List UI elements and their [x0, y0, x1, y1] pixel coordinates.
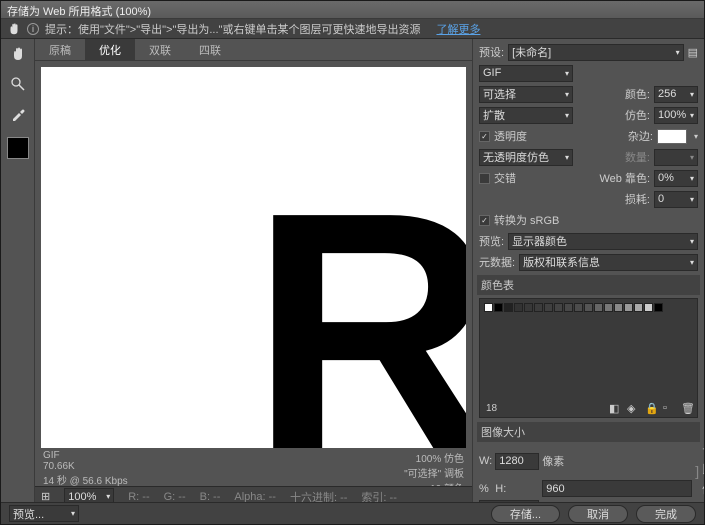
- format-label: GIF: [43, 450, 128, 461]
- color-swatch[interactable]: [654, 303, 663, 312]
- interlaced-label: 交错: [494, 170, 516, 186]
- preview-profile-select[interactable]: 显示器颜色▾: [508, 233, 698, 250]
- ct-lock-icon[interactable]: 🔒: [645, 402, 657, 414]
- srgb-label: 转换为 sRGB: [494, 212, 559, 228]
- ct-sort-icon[interactable]: ◧: [609, 402, 621, 414]
- preview-browser-button[interactable]: 预览...▾: [9, 505, 79, 522]
- px-label-1: 像素: [542, 453, 692, 469]
- ct-delete-icon[interactable]: 🗑: [681, 402, 693, 414]
- colortable-header: 颜色表: [477, 275, 700, 295]
- tab-optimized[interactable]: 优化: [85, 39, 135, 60]
- dither-info: 100% 仿色: [404, 450, 464, 465]
- palette-info: "可选择" 调板: [404, 465, 464, 480]
- ct-new-icon[interactable]: ▫: [663, 402, 675, 414]
- tab-2up[interactable]: 双联: [135, 39, 185, 60]
- color-swatch[interactable]: [554, 303, 563, 312]
- window-title: 存储为 Web 所用格式 (100%): [1, 1, 704, 19]
- hand-tool[interactable]: [7, 43, 29, 65]
- matte-color[interactable]: [657, 129, 687, 144]
- done-button[interactable]: 完成: [636, 505, 696, 523]
- format-select[interactable]: GIF▾: [479, 65, 573, 82]
- colors-label: 颜色:: [625, 86, 650, 102]
- status-r: R: --: [128, 491, 149, 503]
- filesize-label: 70.66K: [43, 461, 128, 472]
- dither-select[interactable]: 扩散▾: [479, 107, 573, 124]
- color-swatch[interactable]: [484, 303, 493, 312]
- matte-label: 杂边:: [628, 128, 653, 144]
- info-icon: i: [27, 23, 39, 35]
- tab-original[interactable]: 原稿: [35, 39, 85, 60]
- trans-dither-select[interactable]: 无透明度仿色▾: [479, 149, 573, 166]
- lossy-input[interactable]: 0▾: [654, 191, 698, 208]
- color-swatch[interactable]: [534, 303, 543, 312]
- px-label-2: 像素: [702, 481, 704, 497]
- artwork-content: R: [250, 196, 466, 448]
- preset-select[interactable]: [未命名]▾: [508, 44, 684, 61]
- websnap-input[interactable]: 0%▾: [654, 170, 698, 187]
- hand-tool-icon: [7, 22, 21, 36]
- settings-panel: 预设: [未命名]▾ ▤ GIF▾ 可选择▾ 颜色: 256▾ 扩散▾ 仿色: …: [472, 39, 704, 506]
- interlaced-checkbox[interactable]: [479, 173, 490, 184]
- canvas-area: R: [35, 61, 472, 448]
- save-button[interactable]: 存储...: [491, 505, 560, 523]
- status-b: B: --: [200, 491, 221, 503]
- status-g: G: --: [164, 491, 186, 503]
- color-swatch[interactable]: [614, 303, 623, 312]
- zoom-tool[interactable]: [7, 73, 29, 95]
- dither-input[interactable]: 100%▾: [654, 107, 698, 124]
- eyedropper-tool[interactable]: [7, 103, 29, 125]
- color-swatch[interactable]: [594, 303, 603, 312]
- h-label: H:: [495, 483, 539, 495]
- ct-map-icon[interactable]: ◈: [627, 402, 639, 414]
- preview-profile-label: 预览:: [479, 233, 504, 249]
- cancel-button[interactable]: 取消: [568, 505, 628, 523]
- preset-label: 预设:: [479, 44, 504, 60]
- color-swatch[interactable]: [624, 303, 633, 312]
- metadata-label: 元数据:: [479, 254, 515, 270]
- color-swatch[interactable]: [494, 303, 503, 312]
- color-table[interactable]: 18 ◧ ◈ 🔒 ▫ 🗑: [479, 298, 698, 418]
- color-swatch[interactable]: [544, 303, 553, 312]
- srgb-checkbox[interactable]: [479, 215, 490, 226]
- color-swatch[interactable]: [504, 303, 513, 312]
- websnap-label: Web 靠色:: [599, 170, 650, 186]
- link-icon[interactable]: ]: [695, 463, 699, 479]
- color-swatch[interactable]: [604, 303, 613, 312]
- dither-label: 仿色:: [625, 107, 650, 123]
- transparency-label: 透明度: [494, 128, 527, 144]
- percent-label: 百分比:: [702, 445, 704, 477]
- tip-text: 提示：使用"文件">"导出">"导出为..."或右键单击某个图层可更快速地导出资…: [45, 21, 420, 37]
- lossy-label: 损耗:: [625, 191, 650, 207]
- color-swatch[interactable]: [644, 303, 653, 312]
- learn-more-link[interactable]: 了解更多: [436, 21, 480, 37]
- color-swatch[interactable]: [574, 303, 583, 312]
- w-label: W:: [479, 455, 492, 467]
- reduction-select[interactable]: 可选择▾: [479, 86, 573, 103]
- metadata-select[interactable]: 版权和联系信息▾: [519, 254, 698, 271]
- transparency-checkbox[interactable]: [479, 131, 490, 142]
- preset-menu-icon[interactable]: ▤: [688, 46, 698, 59]
- percent-unit: %: [479, 483, 492, 495]
- preview-tabs: 原稿 优化 双联 四联: [35, 39, 472, 61]
- color-swatch[interactable]: [584, 303, 593, 312]
- imagesize-header: 图像大小: [477, 422, 700, 442]
- height-input[interactable]: [542, 480, 692, 497]
- preview-canvas[interactable]: R: [41, 67, 466, 448]
- color-swatch[interactable]: [524, 303, 533, 312]
- colortable-count: 18: [486, 403, 497, 414]
- amount-label: 数量:: [625, 149, 650, 165]
- tab-4up[interactable]: 四联: [185, 39, 235, 60]
- amount-input: ▾: [654, 149, 698, 166]
- colors-input[interactable]: 256▾: [654, 86, 698, 103]
- foreground-color[interactable]: [7, 137, 29, 159]
- download-time-label: 14 秒 @ 56.6 Kbps: [43, 472, 128, 487]
- color-swatch[interactable]: [514, 303, 523, 312]
- color-swatch[interactable]: [634, 303, 643, 312]
- width-input[interactable]: [495, 453, 539, 470]
- tool-palette: [1, 39, 35, 506]
- color-swatch[interactable]: [564, 303, 573, 312]
- status-alpha: Alpha: --: [234, 491, 276, 503]
